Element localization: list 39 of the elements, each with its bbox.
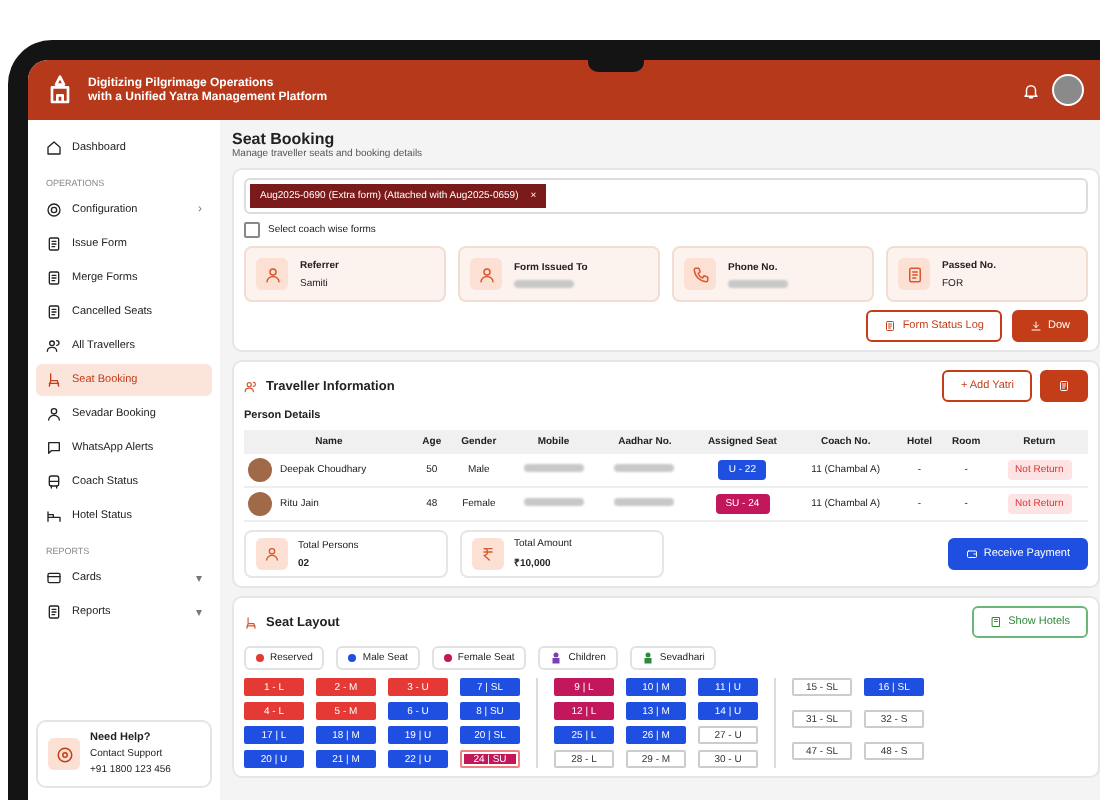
blurred-value xyxy=(523,498,584,506)
document-icon xyxy=(46,270,62,286)
blurred-value xyxy=(614,464,675,472)
gear-icon xyxy=(46,202,62,218)
chat-icon xyxy=(46,440,62,456)
notification-bell-icon[interactable] xyxy=(1022,81,1040,99)
avatar[interactable] xyxy=(1052,74,1084,106)
user-icon xyxy=(264,546,280,562)
blurred-value xyxy=(514,279,574,287)
document-icon xyxy=(884,320,897,332)
seat-icon xyxy=(244,615,258,629)
document-icon xyxy=(46,304,62,320)
document-icon xyxy=(46,604,62,620)
document-icon xyxy=(1058,380,1070,392)
document-icon xyxy=(46,236,62,252)
users-icon xyxy=(46,338,62,354)
wallet-icon xyxy=(965,548,978,560)
page-title: Seat Booking xyxy=(232,130,337,148)
blurred-value xyxy=(728,279,788,287)
photo-placeholder xyxy=(248,492,272,516)
blurred-value xyxy=(523,464,584,472)
seat-icon xyxy=(46,372,62,388)
blurred-value xyxy=(614,498,675,506)
action-button[interactable] xyxy=(1040,370,1088,402)
rupee-icon xyxy=(480,546,496,562)
users-icon xyxy=(244,379,258,393)
card-icon xyxy=(46,570,62,586)
bed-icon xyxy=(46,508,62,524)
user-icon xyxy=(263,265,281,283)
photo-placeholder xyxy=(248,458,272,482)
phone-icon xyxy=(691,265,709,283)
support-icon xyxy=(55,745,73,763)
user-icon xyxy=(477,265,495,283)
document-icon xyxy=(905,265,923,283)
user-icon xyxy=(46,406,62,422)
home-icon xyxy=(46,140,62,156)
bus-icon xyxy=(46,474,62,490)
download-icon xyxy=(1029,320,1042,332)
checkbox[interactable] xyxy=(244,222,260,238)
